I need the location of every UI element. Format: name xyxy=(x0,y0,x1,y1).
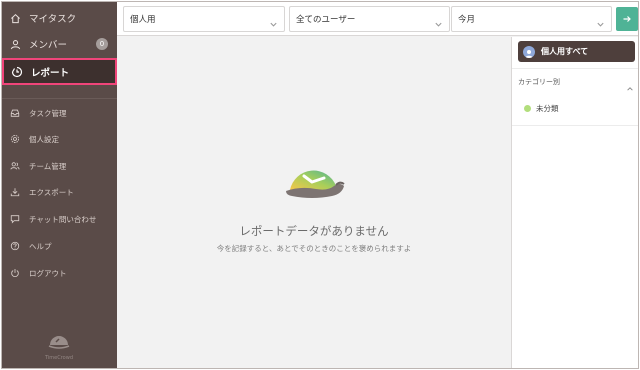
collapse-toggle[interactable] xyxy=(626,78,634,97)
scope-select-value: 個人用 xyxy=(130,14,156,25)
personal-all-button[interactable]: 個人用すべて xyxy=(518,41,635,62)
sidebar-divider xyxy=(2,98,117,99)
empty-state-title: レポートデータがありません xyxy=(239,224,389,238)
app-window: マイタスク メンバー 0 レポート タスク管理 個人設定 チーム管理 エクスポー… xyxy=(1,1,639,369)
empty-state-illustration xyxy=(282,152,348,204)
sidebar-item-team-management[interactable]: チーム管理 xyxy=(2,157,117,175)
sidebar-item-logout[interactable]: ログアウト xyxy=(2,264,117,282)
chevron-down-icon xyxy=(269,14,278,33)
scope-select[interactable]: 個人用 xyxy=(123,5,285,33)
arrow-right-icon xyxy=(623,16,631,22)
apply-filter-button[interactable] xyxy=(616,7,638,31)
period-select-value: 今月 xyxy=(458,14,476,25)
sidebar-item-label: メンバー xyxy=(29,40,68,51)
sidebar-item-label: マイタスク xyxy=(29,14,77,25)
power-icon xyxy=(8,266,22,280)
right-panel: 個人用すべて カテゴリー別 未分類 xyxy=(511,37,638,368)
sidebar-item-task-management[interactable]: タスク管理 xyxy=(2,104,117,122)
chevron-down-icon xyxy=(434,14,443,33)
chevron-down-icon xyxy=(596,14,605,33)
brand-wordmark: TimeCrowd xyxy=(45,355,73,361)
sidebar-item-personal-settings[interactable]: 個人設定 xyxy=(2,130,117,148)
sidebar: マイタスク メンバー 0 レポート タスク管理 個人設定 チーム管理 エクスポー… xyxy=(2,2,117,368)
sidebar-item-export[interactable]: エクスポート xyxy=(2,183,117,201)
clock-logo-icon xyxy=(48,336,70,349)
sidebar-item-label: ログアウト xyxy=(29,268,67,278)
help-icon xyxy=(8,239,22,253)
category-item-label: 未分類 xyxy=(536,104,559,113)
sidebar-item-label: エクスポート xyxy=(29,187,74,197)
report-icon xyxy=(10,65,24,79)
sidebar-item-label: 個人設定 xyxy=(29,134,59,144)
sidebar-item-my-tasks[interactable]: マイタスク xyxy=(2,8,117,28)
category-color-dot xyxy=(524,105,531,112)
personal-all-button-label: 個人用すべて xyxy=(541,47,589,56)
person-icon xyxy=(8,37,22,51)
home-icon xyxy=(8,11,22,25)
category-heading: カテゴリー別 xyxy=(518,78,560,86)
download-icon xyxy=(8,185,22,199)
sidebar-item-label: レポート xyxy=(31,67,70,79)
empty-state-subtitle: 今を記録すると、あとでそのときのことを褒められますよ xyxy=(216,244,412,253)
panel-divider xyxy=(512,125,638,126)
sidebar-item-label: チーム管理 xyxy=(29,161,67,171)
sidebar-item-help[interactable]: ヘルプ xyxy=(2,237,117,255)
brand-logo: TimeCrowd xyxy=(42,330,76,361)
filter-bar: 個人用 全てのユーザー 今月 xyxy=(117,2,638,36)
member-count-badge: 0 xyxy=(96,38,108,50)
team-icon xyxy=(8,159,22,173)
period-select[interactable]: 今月 xyxy=(451,5,612,33)
sidebar-item-report[interactable]: レポート xyxy=(2,58,117,85)
report-main-area: レポートデータがありません 今を記録すると、あとでそのときのことを褒められますよ xyxy=(117,37,511,368)
avatar xyxy=(523,45,535,58)
sidebar-item-label: ヘルプ xyxy=(29,241,52,251)
sidebar-item-members[interactable]: メンバー 0 xyxy=(2,34,117,54)
inbox-icon xyxy=(8,106,22,120)
chat-icon xyxy=(8,212,22,226)
sidebar-item-chat-support[interactable]: チャット問い合わせ xyxy=(2,210,117,228)
user-select-value: 全てのユーザー xyxy=(296,14,356,25)
user-select[interactable]: 全てのユーザー xyxy=(289,5,450,33)
gear-icon xyxy=(8,132,22,146)
panel-divider xyxy=(512,68,638,69)
chevron-up-icon xyxy=(627,87,633,91)
sidebar-item-label: タスク管理 xyxy=(29,108,67,118)
category-item-uncategorized[interactable]: 未分類 xyxy=(524,103,559,114)
sidebar-item-label: チャット問い合わせ xyxy=(29,214,97,224)
